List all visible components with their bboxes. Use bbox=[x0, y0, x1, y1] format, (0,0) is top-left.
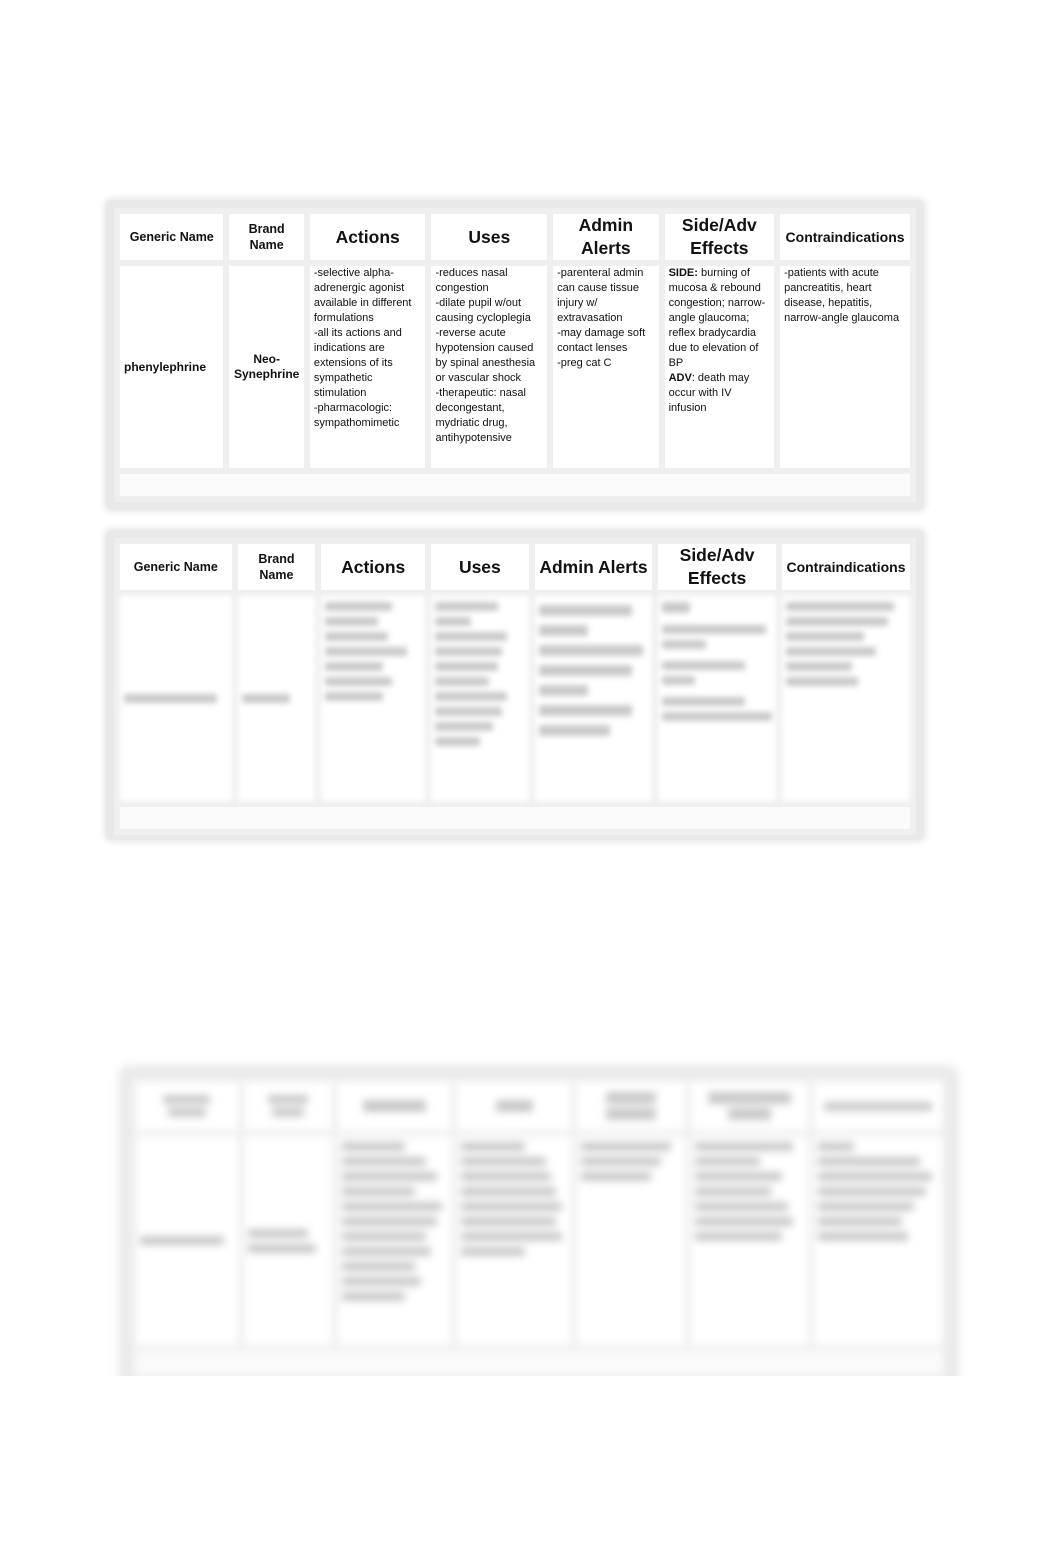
actions-item: -all its actions and indications are ext… bbox=[313, 327, 402, 400]
actions-cell-blurred bbox=[321, 596, 426, 801]
header-blurred bbox=[690, 1082, 809, 1131]
uses-item: -reduces nasal congestion bbox=[435, 267, 508, 295]
side-label: SIDE: bbox=[668, 267, 698, 280]
actions-item: -pharmacologic: sympathomimetic bbox=[313, 402, 400, 430]
empty-row bbox=[136, 1351, 942, 1374]
header-actions: Actions bbox=[309, 214, 426, 261]
admin-item: -preg cat C bbox=[557, 357, 612, 370]
header-actions: Actions bbox=[321, 544, 426, 590]
header-uses: Uses bbox=[431, 544, 529, 590]
header-row bbox=[136, 1082, 942, 1131]
admin-item: -may damage soft contact lenses bbox=[557, 327, 646, 355]
cell-blurred bbox=[337, 1136, 452, 1345]
drug-table: Generic Name Brand Name Actions Uses Adm… bbox=[114, 538, 916, 835]
cell-blurred bbox=[457, 1136, 571, 1345]
header-admin-alerts: Admin Alerts bbox=[534, 544, 653, 590]
admin-alerts-cell: -parenteral admin can cause tissue injur… bbox=[553, 266, 659, 468]
brand-name-cell: Neo-Synephrine bbox=[229, 266, 304, 468]
header-blurred bbox=[576, 1082, 685, 1131]
page-bottom bbox=[0, 1376, 1062, 1556]
cell-blurred bbox=[576, 1136, 685, 1345]
header-blurred bbox=[337, 1082, 452, 1131]
table-row bbox=[120, 596, 910, 801]
header-brand-name: Brand Name bbox=[237, 544, 316, 590]
header-contraindications: Contraindications bbox=[781, 544, 910, 590]
actions-item: -selective alpha-adrenergic agonist avai… bbox=[313, 267, 412, 325]
table-row bbox=[136, 1136, 942, 1345]
header-generic-name: Generic Name bbox=[120, 214, 224, 261]
header-contraindications: Contraindications bbox=[780, 214, 910, 261]
empty-row bbox=[120, 473, 910, 496]
side-effects-cell-blurred bbox=[658, 596, 776, 801]
cell-blurred bbox=[136, 1136, 238, 1345]
header-blurred bbox=[457, 1082, 571, 1131]
uses-cell-blurred bbox=[431, 596, 529, 801]
contra-item: -patients with acute pancreatitis, heart… bbox=[784, 267, 900, 325]
empty-row bbox=[120, 807, 910, 829]
side-text: burning of mucosa & rebound congestion; … bbox=[668, 267, 766, 370]
drug-table-fully-blurred bbox=[122, 1068, 956, 1388]
drug-table: Generic Name Brand Name Actions Uses Adm… bbox=[114, 208, 916, 502]
header-side-effects: Side/Adv Effects bbox=[664, 214, 775, 261]
contraindications-cell-blurred bbox=[781, 596, 910, 801]
header-side-effects: Side/Adv Effects bbox=[658, 544, 776, 590]
actions-cell: -selective alpha-adrenergic agonist avai… bbox=[309, 266, 426, 468]
admin-item: -parenteral admin can cause tissue injur… bbox=[557, 267, 644, 325]
table-row: phenylephrine Neo-Synephrine -selective … bbox=[120, 266, 910, 468]
uses-cell: -reduces nasal congestion -dilate pupil … bbox=[431, 266, 548, 468]
contraindications-cell: -patients with acute pancreatitis, heart… bbox=[780, 266, 910, 468]
cell-blurred bbox=[690, 1136, 809, 1345]
generic-name-cell: phenylephrine bbox=[120, 266, 224, 468]
header-blurred bbox=[136, 1082, 238, 1131]
header-blurred bbox=[814, 1082, 942, 1131]
uses-item: -therapeutic: nasal decongestant, mydria… bbox=[435, 387, 526, 445]
brand-name-cell-blurred bbox=[237, 596, 316, 801]
header-row: Generic Name Brand Name Actions Uses Adm… bbox=[120, 214, 910, 261]
side-effects-cell: SIDE: burning of mucosa & rebound conges… bbox=[664, 266, 775, 468]
drug-table bbox=[130, 1076, 948, 1380]
header-uses: Uses bbox=[431, 214, 548, 261]
header-row: Generic Name Brand Name Actions Uses Adm… bbox=[120, 544, 910, 590]
header-generic-name: Generic Name bbox=[120, 544, 232, 590]
cell-blurred bbox=[814, 1136, 942, 1345]
generic-name-cell-blurred bbox=[120, 596, 232, 801]
drug-table-phenylephrine: Generic Name Brand Name Actions Uses Adm… bbox=[106, 200, 924, 510]
adv-label: ADV bbox=[668, 372, 692, 385]
drug-table-blurred: Generic Name Brand Name Actions Uses Adm… bbox=[106, 530, 924, 840]
header-admin-alerts: Admin Alerts bbox=[553, 214, 659, 261]
header-brand-name: Brand Name bbox=[229, 214, 304, 261]
uses-item: -reverse acute hypotension caused by spi… bbox=[435, 327, 536, 385]
cell-blurred bbox=[243, 1136, 332, 1345]
admin-alerts-cell-blurred bbox=[534, 596, 653, 801]
header-blurred bbox=[243, 1082, 332, 1131]
uses-item: -dilate pupil w/out causing cycloplegia bbox=[435, 297, 531, 325]
